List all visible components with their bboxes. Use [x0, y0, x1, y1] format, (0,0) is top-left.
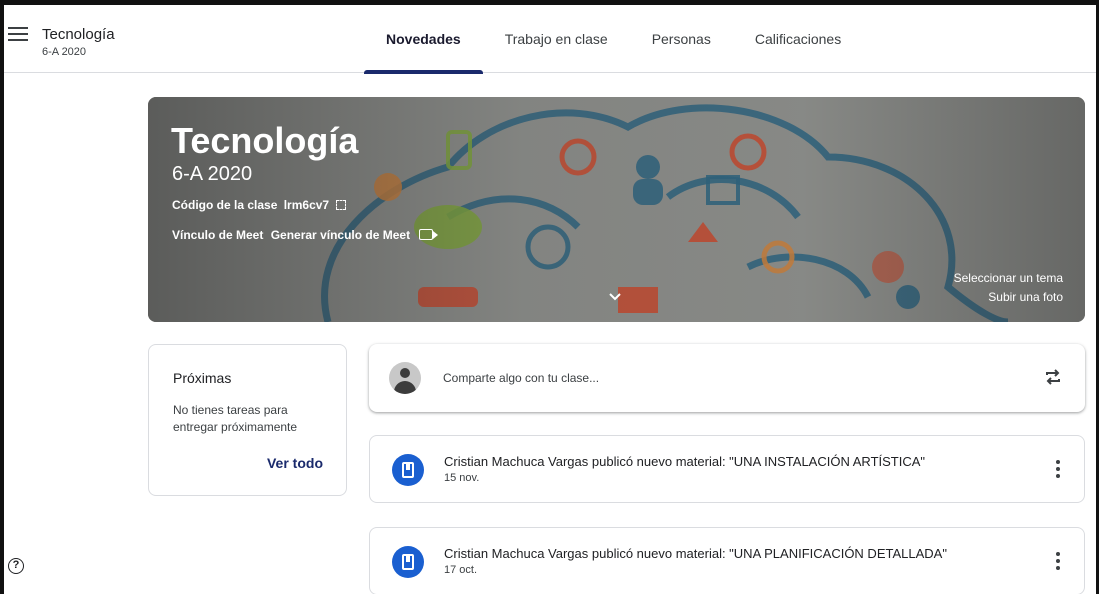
class-banner: Tecnología 6-A 2020 Código de la clase l… — [148, 97, 1085, 322]
class-code: Código de la clase lrm6cv7 — [172, 198, 347, 212]
help-icon[interactable]: ? — [8, 558, 24, 574]
banner-title: Tecnología — [171, 120, 359, 161]
share-box[interactable]: Comparte algo con tu clase... — [369, 344, 1085, 412]
book-icon — [392, 454, 424, 486]
generate-meet-link[interactable]: Generar vínculo de Meet — [271, 228, 410, 242]
upload-photo-link[interactable]: Subir una foto — [988, 290, 1063, 304]
fullscreen-icon[interactable] — [336, 200, 347, 210]
top-app-bar: Tecnología 6-A 2020 Novedades Trabajo en… — [4, 5, 1096, 74]
stream-post[interactable]: Cristian Machuca Vargas publicó nuevo ma… — [369, 527, 1085, 594]
tab-bar: Novedades Trabajo en clase Personas Cali… — [364, 5, 863, 74]
more-vertical-icon[interactable] — [1056, 460, 1060, 478]
class-name[interactable]: Tecnología — [42, 26, 115, 43]
class-code-label: Código de la clase — [172, 198, 278, 212]
meet-label: Vínculo de Meet — [172, 228, 264, 242]
post-date: 15 nov. — [444, 472, 480, 484]
tab-people[interactable]: Personas — [630, 5, 733, 73]
banner-section: 6-A 2020 — [172, 163, 253, 185]
post-date: 17 oct. — [444, 564, 478, 576]
book-icon — [392, 546, 424, 578]
upcoming-text: No tienes tareas para entregar próximame… — [173, 403, 298, 434]
chevron-down-icon[interactable] — [608, 289, 622, 303]
stream-post[interactable]: Cristian Machuca Vargas publicó nuevo ma… — [369, 435, 1085, 503]
post-title[interactable]: Cristian Machuca Vargas publicó nuevo ma… — [444, 454, 925, 469]
post-title[interactable]: Cristian Machuca Vargas publicó nuevo ma… — [444, 546, 947, 561]
select-theme-link[interactable]: Seleccionar un tema — [954, 271, 1063, 285]
menu-icon[interactable] — [8, 27, 28, 43]
avatar — [389, 362, 421, 394]
upcoming-card: Próximas No tienes tareas para entregar … — [148, 344, 347, 496]
more-vertical-icon[interactable] — [1056, 552, 1060, 570]
tab-stream[interactable]: Novedades — [364, 5, 483, 74]
tab-grades[interactable]: Calificaciones — [733, 5, 863, 73]
video-camera-icon[interactable] — [419, 229, 439, 240]
share-placeholder[interactable]: Comparte algo con tu clase... — [443, 371, 599, 385]
class-code-value: lrm6cv7 — [283, 198, 330, 212]
meet-link-row: Vínculo de Meet Generar vínculo de Meet — [172, 228, 439, 242]
tab-classwork[interactable]: Trabajo en clase — [483, 5, 630, 73]
repost-icon[interactable] — [1043, 367, 1063, 387]
view-all-link[interactable]: Ver todo — [267, 455, 323, 471]
class-section: 6-A 2020 — [42, 46, 87, 58]
upcoming-title: Próximas — [173, 370, 232, 386]
